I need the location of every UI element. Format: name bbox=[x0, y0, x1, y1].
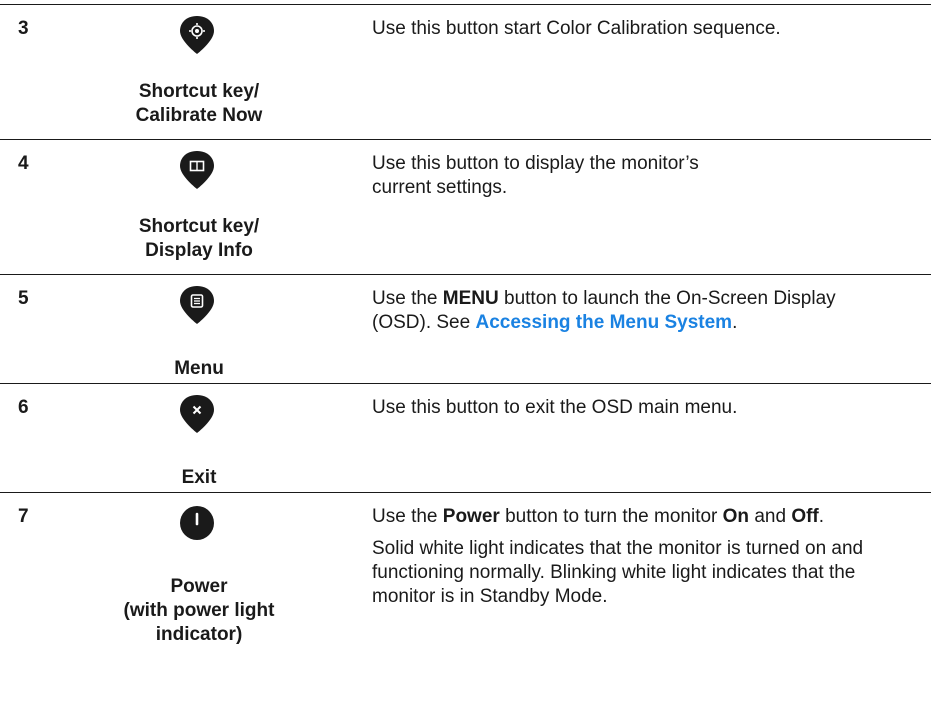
label-line: Display Info bbox=[145, 240, 253, 261]
label-line: Power bbox=[170, 576, 228, 597]
row-divider bbox=[0, 492, 931, 493]
button-description: Use this button to display the monitor’s… bbox=[372, 153, 699, 198]
button-label: Shortcut key/ Display Info bbox=[105, 215, 293, 263]
row-number: 3 bbox=[18, 18, 29, 39]
button-description: Use this button to exit the OSD main men… bbox=[372, 397, 738, 418]
description-bold: MENU bbox=[442, 288, 499, 309]
label-line: Calibrate Now bbox=[135, 105, 263, 126]
description-text: Use the bbox=[372, 288, 443, 309]
description-text: Use the bbox=[372, 506, 443, 527]
exit-icon[interactable] bbox=[176, 393, 218, 435]
power-icon[interactable] bbox=[176, 502, 218, 544]
description-text: . bbox=[818, 506, 825, 527]
description-bold: Power bbox=[442, 506, 500, 527]
description-bold: On bbox=[722, 506, 750, 527]
label-line: Shortcut key/ bbox=[138, 216, 260, 237]
row-number: 4 bbox=[18, 153, 29, 174]
row-number: 7 bbox=[18, 506, 29, 527]
button-description: Use the MENU button to launch the On-Scr… bbox=[372, 287, 872, 335]
button-label: Menu bbox=[105, 357, 293, 381]
button-label: Shortcut key/ Calibrate Now bbox=[105, 80, 293, 128]
description-text: button to turn the monitor bbox=[499, 506, 723, 527]
label-line: Exit bbox=[181, 467, 217, 488]
label-line: Shortcut key/ bbox=[138, 81, 260, 102]
row-divider bbox=[0, 274, 931, 275]
label-line: (with power light bbox=[123, 600, 275, 621]
description-paragraph: Solid white light indicates that the mon… bbox=[372, 538, 864, 607]
description-text: and bbox=[749, 506, 792, 527]
button-label: Exit bbox=[105, 466, 293, 490]
label-line: indicator) bbox=[155, 624, 243, 645]
button-description: Use this button start Color Calibration … bbox=[372, 18, 781, 39]
table-top-rule bbox=[0, 4, 931, 5]
row-divider bbox=[0, 139, 931, 140]
button-description: Use the Power button to turn the monitor… bbox=[372, 505, 917, 609]
display-info-icon[interactable] bbox=[176, 149, 218, 191]
calibrate-icon[interactable] bbox=[176, 14, 218, 56]
menu-icon[interactable] bbox=[176, 284, 218, 326]
button-label: Power (with power light indicator) bbox=[105, 575, 293, 647]
description-paragraph: Use the Power button to turn the monitor… bbox=[372, 505, 917, 529]
row-number: 6 bbox=[18, 397, 29, 418]
row-number: 5 bbox=[18, 288, 29, 309]
accessing-menu-link[interactable]: Accessing the Menu System bbox=[475, 312, 732, 333]
description-text: . bbox=[732, 312, 738, 333]
row-divider bbox=[0, 383, 931, 384]
description-bold: Off bbox=[791, 506, 819, 527]
label-line: Menu bbox=[174, 358, 224, 379]
